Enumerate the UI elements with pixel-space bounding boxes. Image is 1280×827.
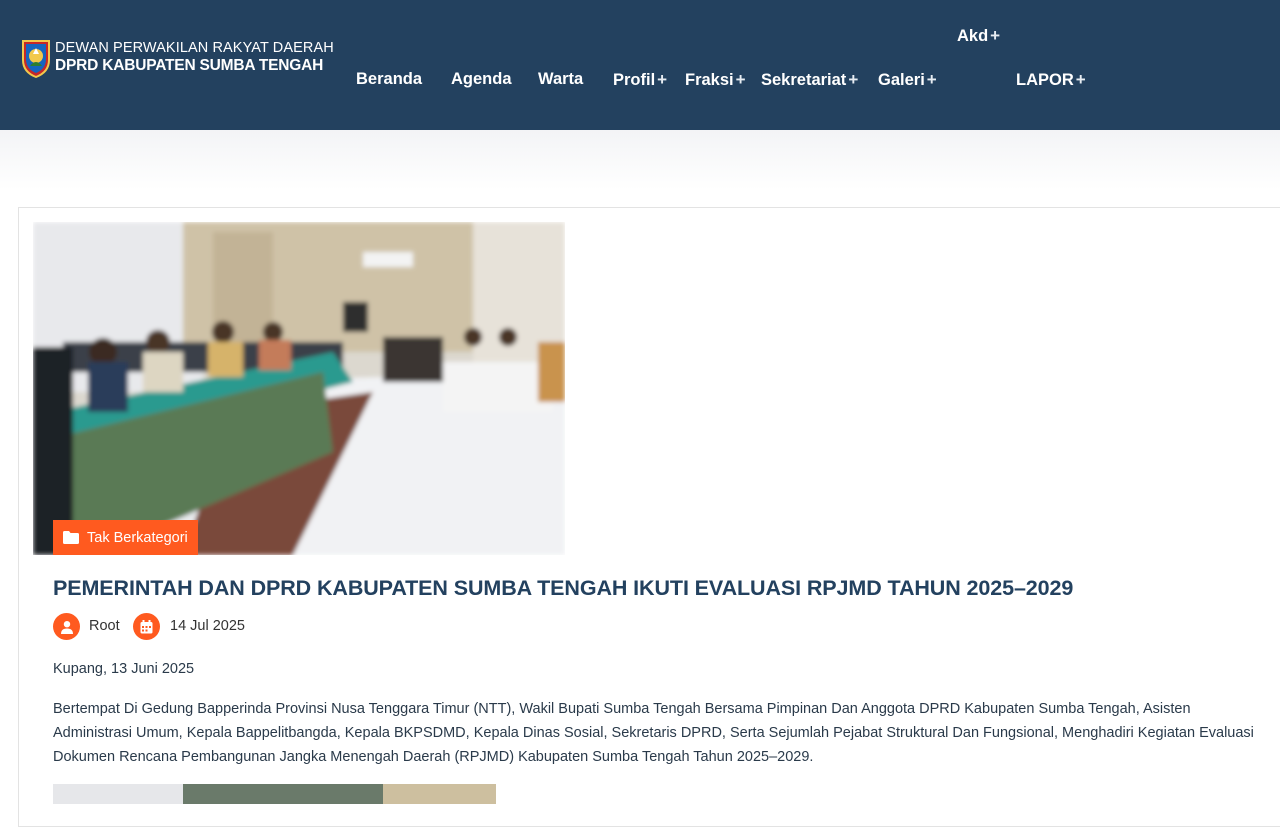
user-icon [53, 613, 80, 640]
expand-plus-icon[interactable]: + [927, 70, 937, 89]
site-header: DEWAN PERWAKILAN RAKYAT DAERAH DPRD KABU… [0, 0, 1280, 130]
nav-akd[interactable]: Akd + [957, 26, 1000, 46]
nav-galeri[interactable]: Galeri + [878, 70, 937, 90]
nav-agenda[interactable]: Agenda [451, 70, 512, 89]
post-date[interactable]: 14 Jul 2025 [170, 618, 245, 634]
brand-title[interactable]: DPRD KABUPATEN SUMBA TENGAH [55, 57, 323, 75]
category-badge[interactable]: Tak Berkategori [53, 520, 198, 555]
header-shadow [0, 130, 1280, 190]
expand-plus-icon[interactable]: + [1076, 70, 1086, 89]
post-dateline: Kupang, 13 Juni 2025 [53, 661, 195, 677]
post-inline-image[interactable] [53, 784, 496, 804]
brand-subtitle: DEWAN PERWAKILAN RAKYAT DAERAH [55, 40, 334, 56]
folder-icon [63, 531, 79, 544]
expand-plus-icon[interactable]: + [848, 70, 858, 89]
post-title[interactable]: PEMERINTAH DAN DPRD KABUPATEN SUMBA TENG… [53, 576, 1073, 601]
nav-lapor[interactable]: LAPOR + [1016, 70, 1086, 90]
post-body: Bertempat Di Gedung Bapperinda Provinsi … [53, 701, 1254, 765]
post-featured-image[interactable] [33, 222, 565, 555]
expand-plus-icon[interactable]: + [736, 70, 746, 89]
regional-emblem-icon[interactable] [20, 38, 52, 78]
nav-profil[interactable]: Profil + [613, 70, 667, 90]
nav-fraksi[interactable]: Fraksi + [685, 70, 746, 90]
nav-beranda[interactable]: Beranda [356, 70, 422, 89]
expand-plus-icon[interactable]: + [990, 26, 1000, 45]
expand-plus-icon[interactable]: + [657, 70, 667, 89]
nav-warta[interactable]: Warta [538, 70, 583, 89]
category-label: Tak Berkategori [87, 529, 188, 546]
nav-sekretariat[interactable]: Sekretariat + [761, 70, 858, 90]
post-author[interactable]: Root [89, 618, 120, 634]
calendar-icon [133, 613, 160, 640]
